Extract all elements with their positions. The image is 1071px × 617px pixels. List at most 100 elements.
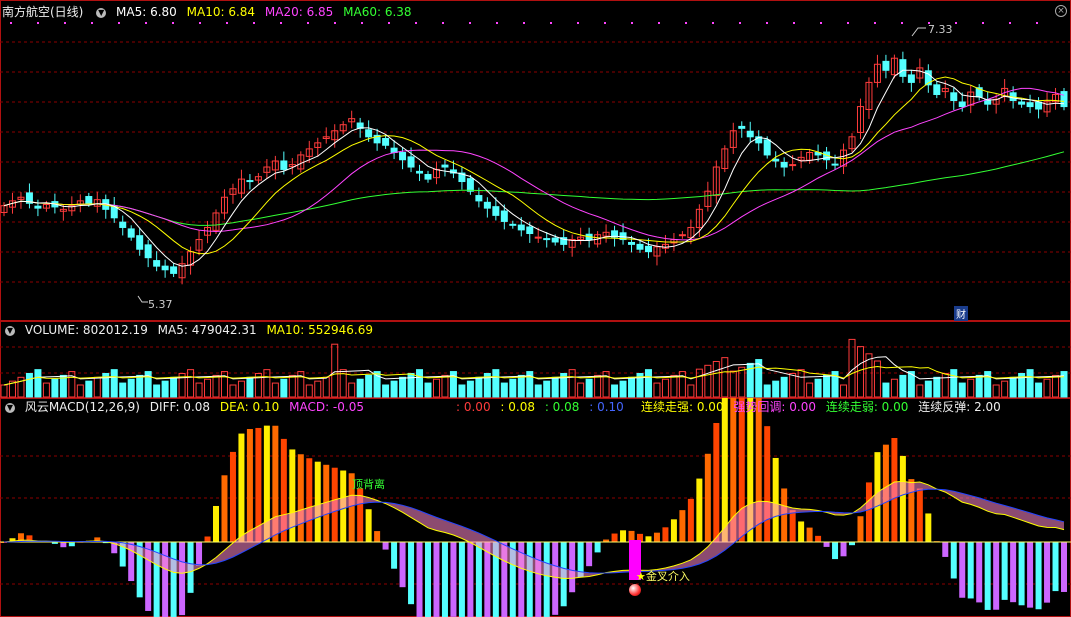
ma60-value: MA60: 6.38 [343, 5, 412, 19]
chevron-down-icon[interactable]: ▼ [5, 325, 15, 336]
volume-bar [797, 369, 805, 398]
candle-body [119, 221, 127, 228]
macd-bar [246, 429, 253, 542]
top-marker [1009, 22, 1011, 24]
macd-bar [204, 536, 211, 542]
macd-bar [1035, 542, 1042, 610]
volume-bar [924, 380, 932, 398]
top-marker [496, 22, 498, 24]
close-icon[interactable]: × [1055, 5, 1067, 17]
macd-bar [552, 542, 559, 615]
volume-bar [25, 372, 33, 398]
candle-body [517, 224, 525, 231]
volume-bar [950, 369, 958, 398]
top-marker [91, 22, 93, 24]
volume-bar [941, 372, 949, 398]
chevron-down-icon[interactable]: ▼ [5, 402, 15, 413]
star-icon: ★ [636, 570, 646, 583]
macd-bar [916, 488, 923, 542]
volume-bar [543, 380, 551, 398]
candle-body [534, 236, 542, 239]
candle-body [907, 74, 915, 83]
volume-bar [407, 372, 415, 398]
volume-bar [628, 376, 636, 398]
volume-bar [1001, 380, 1009, 398]
volume-panel[interactable]: ▼ VOLUME: 802012.19 MA5: 479042.31 MA10:… [0, 321, 1071, 398]
volume-bar [331, 343, 339, 398]
candle-body [526, 226, 534, 235]
candle-body [1018, 101, 1026, 105]
candle-body [153, 260, 161, 267]
macd-v2: : 0.08 [500, 400, 535, 414]
macd-chart[interactable] [0, 398, 1071, 617]
top-marker [253, 22, 255, 24]
macd-bar [416, 542, 423, 617]
volume-bar [161, 380, 169, 398]
volume-bar [823, 374, 831, 398]
candle-body [763, 139, 771, 156]
top-marker [847, 22, 849, 24]
high-pointer [911, 27, 926, 37]
volume-bar [1060, 371, 1068, 398]
macd-bar [772, 457, 779, 542]
volume-bar [212, 374, 220, 398]
macd-bar [314, 461, 321, 542]
volume-bar [577, 382, 585, 398]
volume-bar [856, 346, 864, 398]
macd-name: 风云MACD(12,26,9) [24, 400, 140, 414]
macd-bar [865, 482, 872, 542]
top-marker [523, 22, 525, 24]
volume-bar [136, 374, 144, 398]
macd-bar [832, 542, 839, 560]
volume-bar [246, 376, 254, 398]
top-marker [658, 22, 660, 24]
candle-body [136, 235, 144, 250]
top-marker [550, 22, 552, 24]
macd-bar [297, 454, 304, 542]
price-panel[interactable]: 南方航空(日线) ▼ MA5: 6.80 MA10: 6.84 MA20: 6.… [0, 0, 1071, 321]
macd-bar [653, 532, 660, 542]
volume-bar [187, 369, 195, 398]
macd-bar [984, 542, 991, 610]
golden-cross-text: 金叉介入 [645, 570, 690, 583]
volume-bar [806, 382, 814, 398]
top-marker [631, 22, 633, 24]
macd-panel[interactable]: ▼ 风云MACD(12,26,9) DIFF: 0.08 DEA: 0.10 M… [0, 398, 1071, 617]
volume-bar [76, 384, 84, 398]
candle-body [831, 163, 839, 166]
low-pointer [137, 295, 148, 303]
volume-bar [780, 376, 788, 398]
volume-bar [441, 374, 449, 398]
volume-bar [789, 372, 797, 398]
macd-v4: : 0.10 [589, 400, 624, 414]
status-weak: 连续走弱: 0.00 [825, 400, 909, 414]
candle-body [1026, 102, 1034, 108]
macd-header: ▼ 风云MACD(12,26,9) DIFF: 0.08 DEA: 0.10 M… [2, 399, 370, 415]
candle-body [441, 164, 449, 168]
macd-bar [764, 426, 771, 542]
volume-bar [458, 384, 466, 398]
financial-badge[interactable]: 财 [954, 306, 968, 321]
macd-bar [213, 505, 219, 542]
candle-body [127, 228, 135, 238]
ma5-value: MA5: 6.80 [116, 5, 177, 19]
volume-bar [534, 384, 542, 398]
price-chart[interactable] [0, 0, 1071, 321]
macd-bar [433, 542, 440, 617]
macd-bar [967, 542, 974, 599]
candle-body [899, 59, 907, 77]
volume-bar [509, 378, 517, 398]
top-divergence-label: 顶背离 [352, 478, 385, 491]
volume-bar [738, 366, 746, 398]
top-marker [901, 22, 903, 24]
top-marker [388, 22, 390, 24]
top-marker [874, 22, 876, 24]
volume-bar [305, 384, 313, 398]
panel-frame [0, 0, 1071, 321]
volume-bar [314, 380, 322, 398]
candle-body [170, 266, 178, 274]
candle-body [738, 125, 746, 129]
macd-bar [857, 516, 864, 542]
volume-bar [594, 374, 602, 398]
chevron-down-icon[interactable]: ▼ [96, 7, 107, 18]
